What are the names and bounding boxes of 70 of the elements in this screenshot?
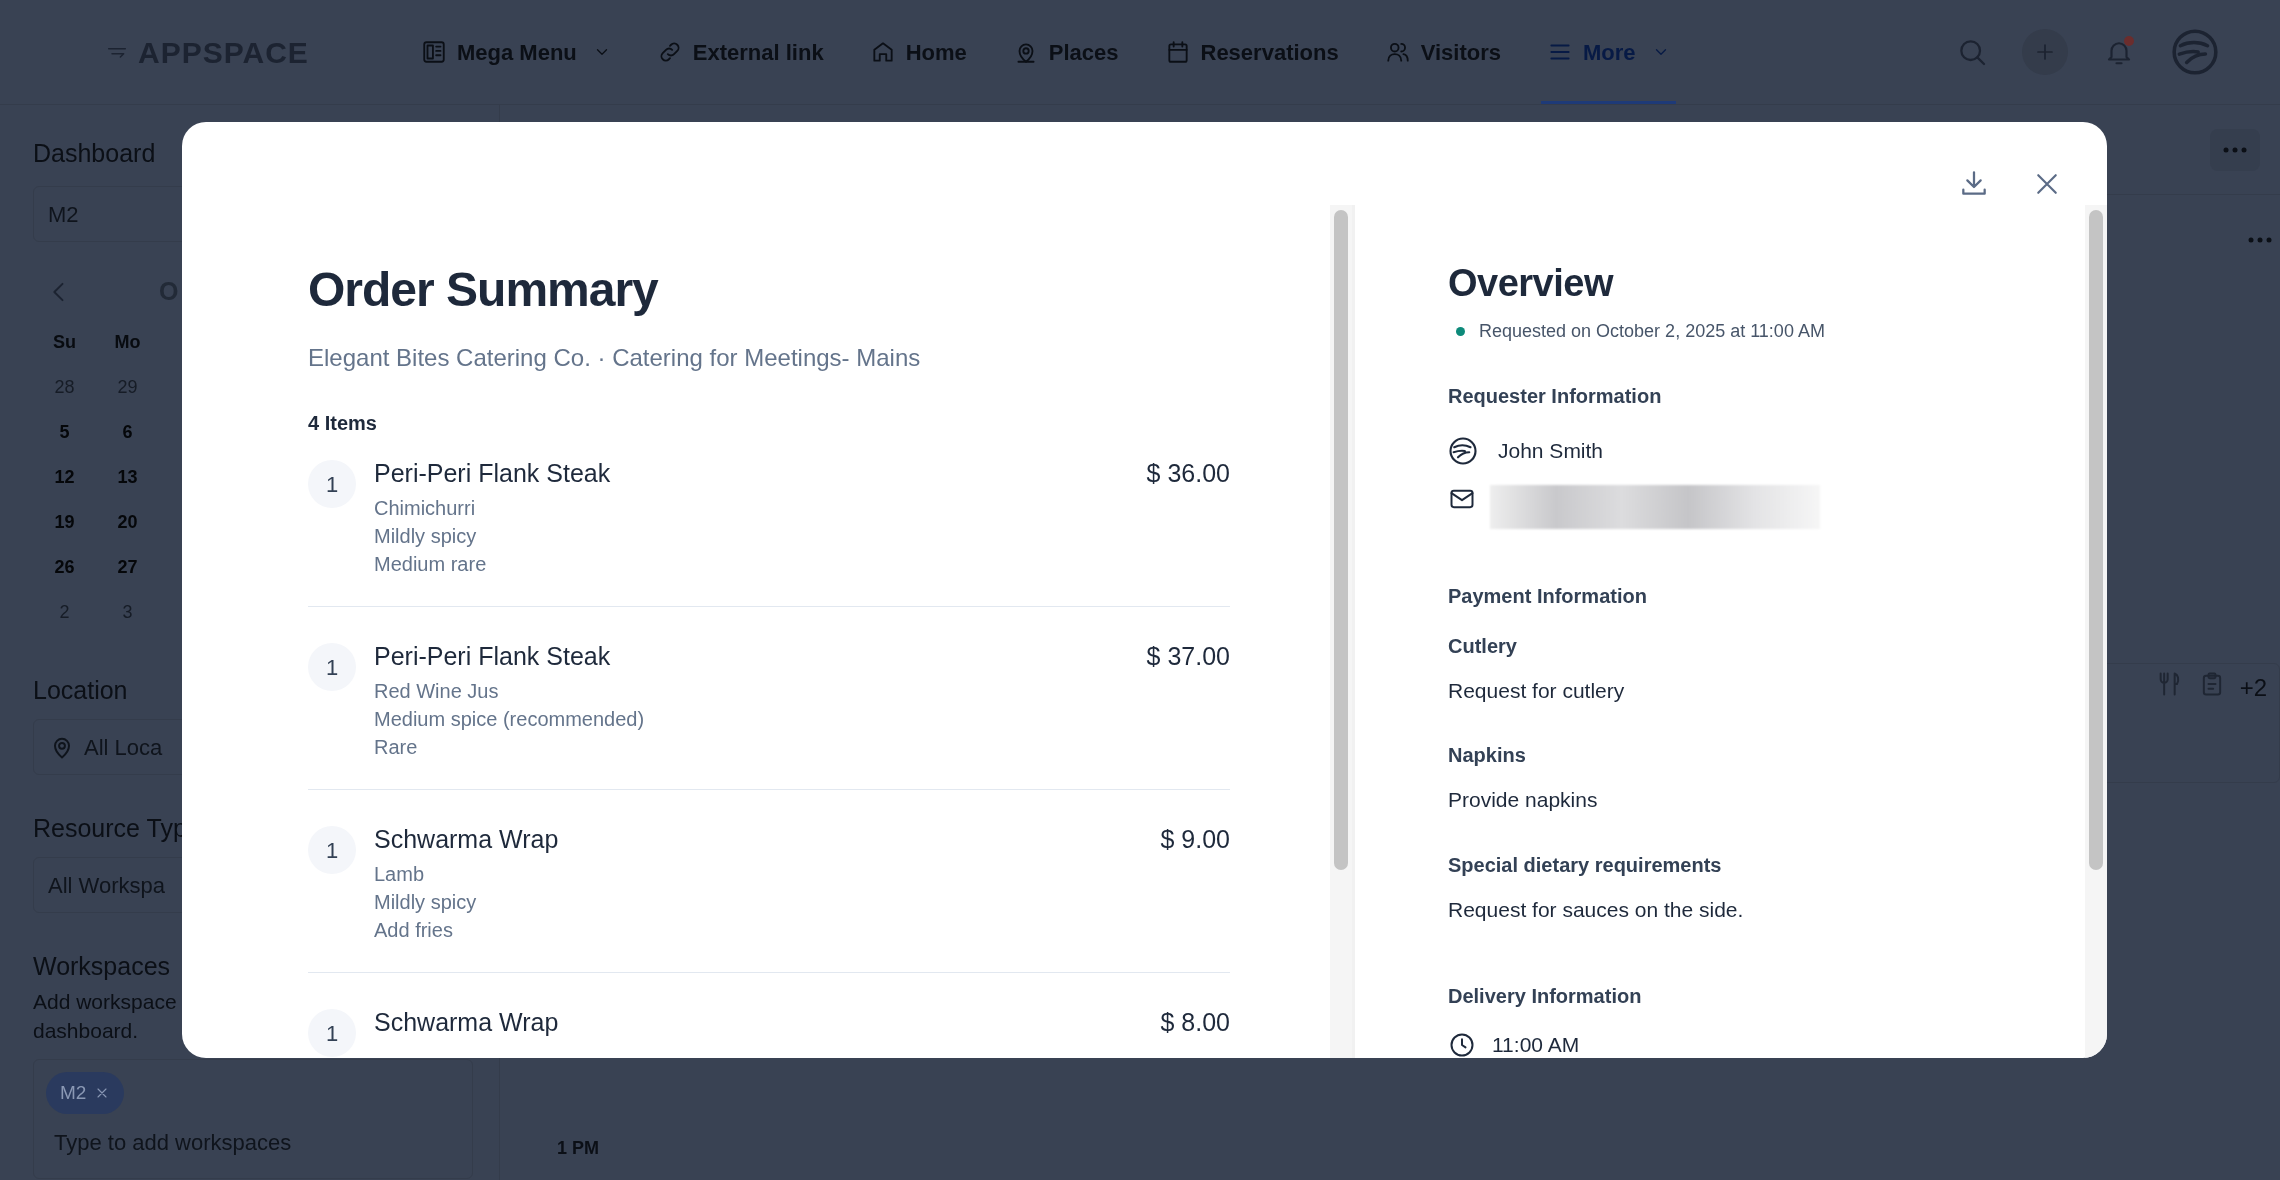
overview-title: Overview [1448,261,1615,306]
section-label: Location [33,675,128,705]
item-option: Mildly spicy [374,888,1161,916]
section-heading: Requester Information [1448,384,1663,409]
more-count: +2 [2239,673,2267,703]
workspace-chip[interactable]: M2 [46,1072,125,1114]
calendar-day[interactable]: 19 [33,509,96,536]
nav-tab[interactable]: Home [863,0,973,104]
quantity-badge: 1 [308,1009,356,1057]
item-option: Rare [374,733,1147,761]
item-price: $ 9.00 [1160,824,1230,854]
calendar-day[interactable]: 27 [96,554,159,581]
quantity-badge: 1 [308,643,356,691]
requester-name: John Smith [1498,438,1604,464]
ellipsis-icon[interactable] [2248,237,2272,243]
time-label: 1 PM [557,1138,599,1158]
section-label: Dashboard [33,138,156,168]
board-icon [421,39,447,65]
help-text: dashboard. [33,1018,139,1044]
requested-date: Requested on October 2, 2025 at 11:00 AM [1479,320,1825,343]
section-heading: Payment Information [1448,583,1648,609]
item-name: Schwarma Wrap [374,1007,560,1037]
scrollbar[interactable] [1330,205,1352,1058]
item-option: Lamb [374,860,1161,888]
weekday-label: Mo [113,331,142,354]
nav-tab[interactable]: Places [1006,0,1125,104]
weekday-label: Su [52,331,77,354]
item-name: Peri-Peri Flank Steak [374,641,612,671]
section-heading: Delivery Information [1448,984,1643,1009]
field-value: Request for sauces on the side. [1448,896,1745,923]
nav-tab[interactable]: Visitors [1378,0,1507,104]
item-option: Red Wine Jus [374,677,1147,705]
field-label: Cutlery [1448,633,1518,659]
order-title: Order Summary [308,262,660,318]
calendar-day[interactable]: 20 [96,509,159,536]
nav-tab[interactable]: Mega Menu [415,0,617,104]
calendar-day[interactable]: 5 [33,419,96,446]
item-count: 4 Items [308,411,378,436]
item-option: Mildly spicy [374,522,1147,550]
field-value: Provide napkins [1448,787,1599,813]
item-option: Medium spice (recommended) [374,705,1147,733]
field-label: Napkins [1448,743,1527,768]
item-option: Chimichurri [374,494,1147,522]
nav-tab[interactable]: External link [650,0,830,104]
item-name: Schwarma Wrap [374,824,560,854]
avatar-icon[interactable] [2170,27,2220,77]
calendar-day[interactable]: 6 [96,419,159,446]
item-price: $ 36.00 [1146,458,1230,488]
item-option: Medium rare [374,550,1147,578]
item-name: Peri-Peri Flank Steak [374,458,612,488]
add-button[interactable] [2022,29,2068,75]
calendar-day[interactable]: 13 [96,464,159,491]
delivery-time: 11:00 AM [1492,1032,1580,1058]
field-label: Special dietary requirements [1448,852,1723,878]
ellipsis-icon [2223,146,2247,153]
nav-tab[interactable]: Reservations [1158,0,1345,104]
item-option: Add fries [374,916,1161,944]
section-label: Workspaces [33,951,171,981]
quantity-badge: 1 [308,826,356,874]
scrollbar[interactable] [2085,205,2107,1058]
order-subtitle: Elegant Bites Catering Co. · Catering for Meetings- Mains [308,343,922,373]
calendar-day[interactable]: 26 [33,554,96,581]
item-price: $ 8.00 [1160,1007,1230,1037]
field-value: Request for cutlery [1448,677,1626,704]
avatar-icon [1448,435,1478,466]
item-price: $ 37.00 [1146,641,1230,671]
calendar-day[interactable]: 12 [33,464,96,491]
more-options-button[interactable] [2210,128,2260,171]
quantity-badge: 1 [308,460,356,508]
help-text: Add workspace [33,989,177,1015]
